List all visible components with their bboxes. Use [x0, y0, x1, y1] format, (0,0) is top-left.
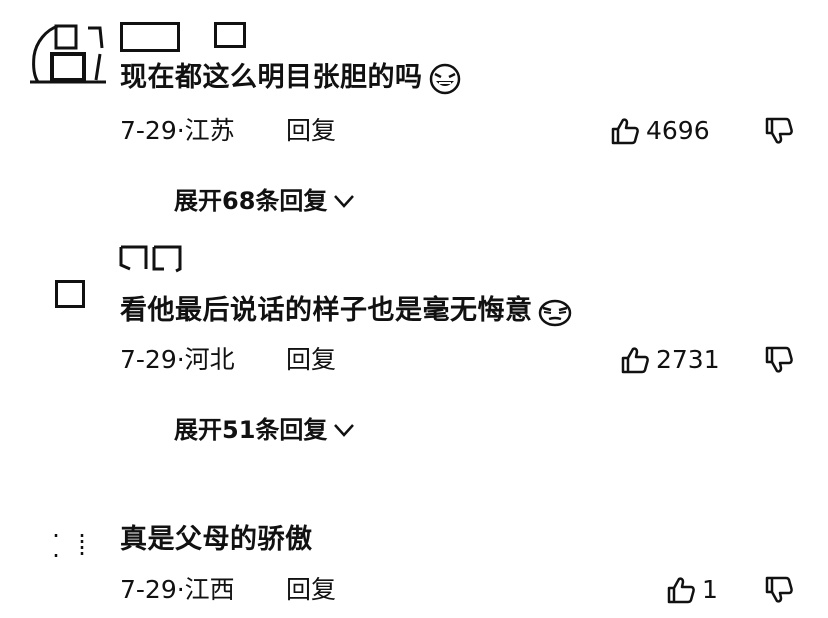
comment-meta: 7-29·江苏 回复	[120, 116, 336, 146]
avatar[interactable]	[55, 280, 85, 308]
like-count: 4696	[646, 116, 710, 145]
smirk-emoji-icon	[537, 296, 573, 328]
like-button[interactable]: 1	[666, 575, 718, 605]
comment-text-content: 看他最后说话的样子也是毫无悔意	[120, 295, 533, 326]
like-count: 2731	[656, 345, 720, 374]
like-button[interactable]: 2731	[620, 345, 720, 375]
dislike-button[interactable]	[764, 575, 794, 605]
comment-meta: 7-29·江西 回复	[120, 575, 336, 605]
expand-replies-label: 展开51条回复	[174, 416, 328, 444]
comment-list: 现在都这么明目张胆的吗 7-29·江苏 回复 4696 展开68条回复 看他最后…	[0, 0, 828, 618]
reply-button[interactable]: 回复	[286, 116, 336, 146]
expand-replies-label: 展开68条回复	[174, 187, 328, 215]
comment-text: 真是父母的骄傲	[120, 523, 313, 557]
chevron-down-icon	[334, 195, 355, 208]
username-placeholder	[214, 22, 246, 48]
reply-button[interactable]: 回复	[286, 575, 336, 605]
expand-replies-button[interactable]: 展开51条回复	[174, 415, 357, 445]
like-count: 1	[702, 575, 718, 604]
comment-text: 现在都这么明目张胆的吗	[120, 61, 463, 95]
comment-date-location: 7-29·河北	[120, 345, 235, 374]
thumbs-up-icon	[621, 347, 649, 374]
dislike-button[interactable]	[764, 345, 794, 375]
laughing-emoji-icon	[427, 63, 463, 95]
chevron-down-icon	[334, 424, 355, 437]
avatar[interactable]	[52, 528, 86, 562]
avatar-placeholder-icon	[30, 24, 106, 84]
comment-text-content: 真是父母的骄傲	[120, 524, 313, 555]
thumbs-up-icon	[667, 577, 695, 604]
dislike-button[interactable]	[764, 116, 794, 146]
username-placeholder[interactable]	[118, 243, 184, 275]
thumbs-down-icon	[765, 576, 793, 603]
comment-date-location: 7-29·江西	[120, 575, 235, 604]
thumbs-up-icon	[611, 118, 639, 145]
reply-button[interactable]: 回复	[286, 345, 336, 375]
username-placeholder[interactable]	[120, 22, 180, 52]
thumbs-down-icon	[765, 346, 793, 373]
comment-text: 看他最后说话的样子也是毫无悔意	[120, 294, 573, 328]
thumbs-down-icon	[765, 117, 793, 144]
expand-replies-button[interactable]: 展开68条回复	[174, 186, 357, 216]
comment-meta: 7-29·河北 回复	[120, 345, 336, 375]
comment-date-location: 7-29·江苏	[120, 116, 235, 145]
avatar[interactable]	[28, 22, 108, 86]
comment-text-content: 现在都这么明目张胆的吗	[120, 62, 423, 93]
like-button[interactable]: 4696	[610, 116, 710, 146]
